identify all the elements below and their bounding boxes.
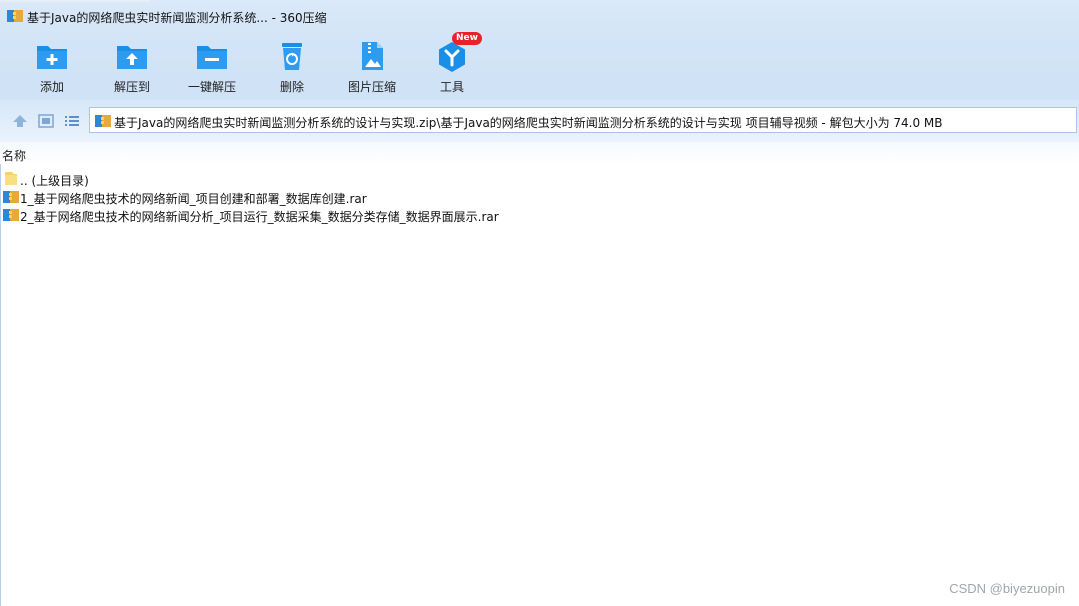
one-click-extract-button[interactable]: 一键解压: [172, 34, 252, 100]
new-badge: New: [452, 32, 482, 45]
folder-icon: [5, 172, 17, 185]
title-bar: 基于Java的网络爬虫实时新闻监测分析系统... - 360压缩: [0, 0, 1079, 34]
file-name: 1_基于网络爬虫技术的网络新闻_项目创建和部署_数据库创建.rar: [20, 192, 367, 206]
image-compress-button-label: 图片压缩: [347, 80, 396, 94]
thumbnail-view-icon[interactable]: [38, 114, 54, 128]
tools-button-label: 工具: [439, 80, 464, 94]
rar-archive-icon: [3, 209, 19, 221]
watermark: CSDN @biyezuopin: [949, 581, 1065, 596]
title-bar-highlight: [0, 0, 150, 2]
archive-app-icon: [7, 10, 23, 22]
extract-to-icon: [117, 46, 147, 69]
tools-button[interactable]: New 工具: [412, 32, 492, 100]
one-click-extract-icon: [197, 46, 227, 69]
extract-to-button[interactable]: 解压到: [92, 34, 172, 100]
list-item-parent-directory[interactable]: .. (上级目录): [0, 170, 1079, 188]
address-bar[interactable]: 基于Java的网络爬虫实时新闻监测分析系统的设计与实现.zip\基于Java的网…: [89, 107, 1077, 133]
column-header: 名称: [0, 142, 1079, 164]
file-name: .. (上级目录): [20, 174, 89, 188]
rar-archive-icon: [3, 191, 19, 203]
delete-button[interactable]: 删除: [252, 34, 332, 100]
image-compress-icon: [362, 42, 383, 70]
list-item-file-1[interactable]: 1_基于网络爬虫技术的网络新闻_项目创建和部署_数据库创建.rar: [0, 188, 1079, 206]
list-view-icon[interactable]: [64, 114, 80, 128]
address-path: 基于Java的网络爬虫实时新闻监测分析系统的设计与实现.zip\基于Java的网…: [114, 116, 943, 130]
add-folder-icon: [37, 46, 67, 69]
up-arrow-icon[interactable]: [12, 114, 28, 128]
image-compress-button[interactable]: 图片压缩: [332, 34, 412, 100]
one-click-extract-button-label: 一键解压: [187, 80, 236, 94]
add-button[interactable]: 添加: [12, 34, 92, 100]
recycle-delete-icon: [282, 43, 302, 70]
archive-icon: [95, 115, 111, 127]
main-toolbar: 添加 解压到 一键解压 删除 图片压缩 New 工具: [0, 32, 1079, 100]
delete-button-label: 删除: [279, 80, 304, 94]
extract-to-button-label: 解压到: [113, 80, 150, 94]
left-border: [0, 164, 1, 606]
column-name-header[interactable]: 名称: [2, 147, 26, 164]
window-title: 基于Java的网络爬虫实时新闻监测分析系统... - 360压缩: [27, 11, 327, 25]
add-button-label: 添加: [39, 80, 64, 94]
file-name: 2_基于网络爬虫技术的网络新闻分析_项目运行_数据采集_数据分类存储_数据界面展…: [20, 210, 499, 224]
list-item-file-2[interactable]: 2_基于网络爬虫技术的网络新闻分析_项目运行_数据采集_数据分类存储_数据界面展…: [0, 206, 1079, 224]
